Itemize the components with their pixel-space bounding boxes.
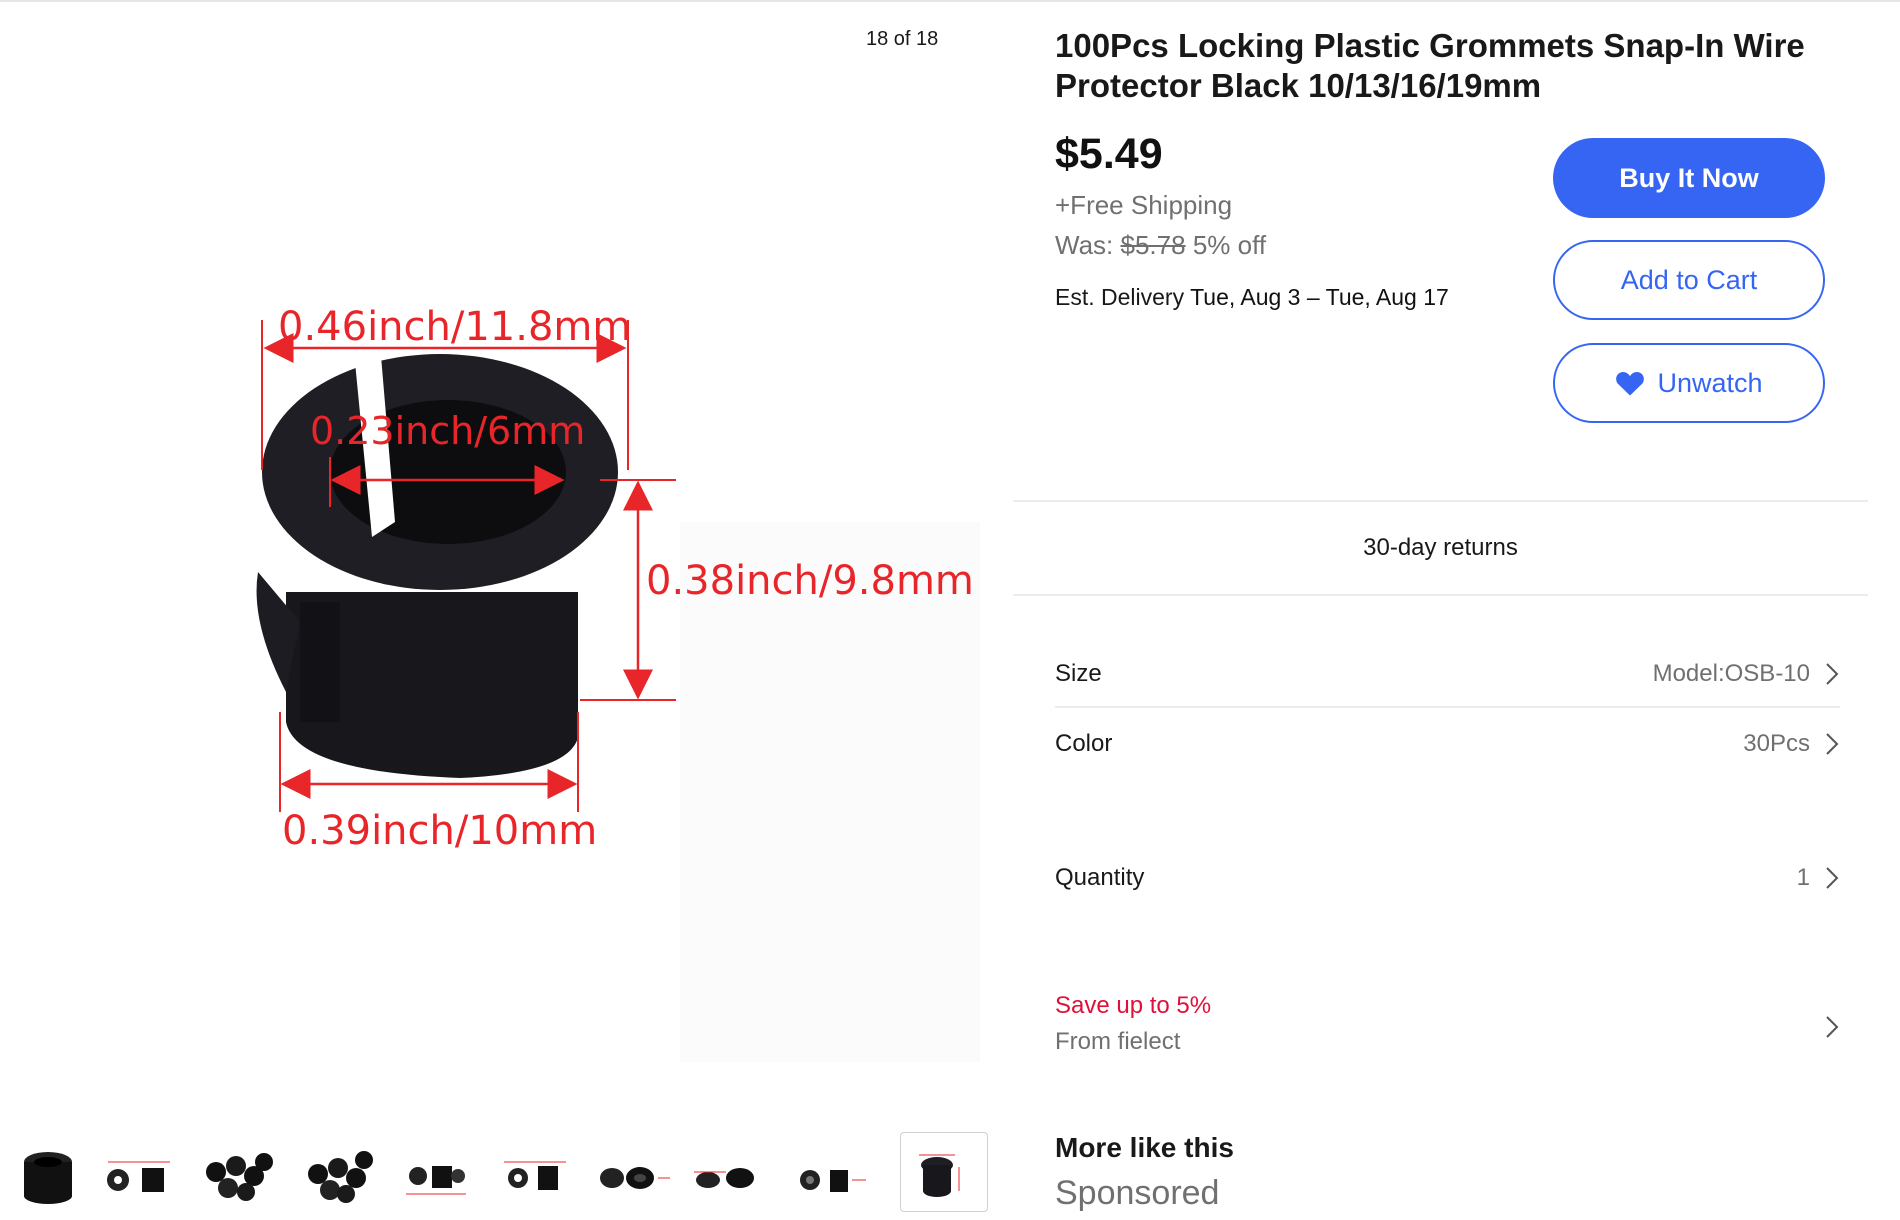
- unwatch-label: Unwatch: [1657, 367, 1763, 398]
- thumbnail-selected[interactable]: [900, 1132, 988, 1212]
- dimension-top-width: 0.46inch/11.8mm: [278, 304, 631, 350]
- chevron-right-icon: [1826, 663, 1839, 685]
- listing-title: 100Pcs Locking Plastic Grommets Snap-In …: [1055, 27, 1805, 104]
- thumbnail[interactable]: [590, 1132, 678, 1212]
- original-price: Was: $5.78 5% off: [1055, 230, 1266, 261]
- price: $5.49: [1055, 130, 1163, 178]
- chevron-right-icon: [1826, 733, 1839, 755]
- thumbnail[interactable]: [686, 1132, 774, 1212]
- estimated-delivery: Est. Delivery Tue, Aug 3 – Tue, Aug 17: [1055, 284, 1449, 311]
- image-gallery[interactable]: 0.46inch/11.8mm 0.23inch/6mm 0.38inch/9.…: [0, 2, 1000, 1220]
- heart-icon: [1616, 371, 1645, 396]
- product-image[interactable]: 0.46inch/11.8mm 0.23inch/6mm 0.38inch/9.…: [0, 2, 1000, 1122]
- dimension-height: 0.38inch/9.8mm: [646, 558, 974, 604]
- chevron-right-icon: [1826, 867, 1839, 889]
- volume-discount-promo[interactable]: Save up to 5% From fielect: [1055, 990, 1840, 1070]
- dimension-inner-diameter: 0.23inch/6mm: [310, 409, 585, 453]
- sponsored-label: Sponsored: [1055, 1174, 1220, 1212]
- thumbnail-strip[interactable]: [0, 1132, 1000, 1212]
- size-value: Model:OSB-10: [1652, 660, 1810, 687]
- buy-it-now-button[interactable]: Buy It Now: [1553, 138, 1825, 218]
- promo-headline: Save up to 5%: [1055, 992, 1212, 1019]
- delivery-dates: Tue, Aug 3 – Tue, Aug 17: [1190, 284, 1449, 310]
- divider: [1055, 706, 1840, 708]
- quantity-label: Quantity: [1055, 864, 1145, 891]
- quantity-value: 1: [1796, 864, 1810, 891]
- divider: [1013, 594, 1868, 596]
- color-selector[interactable]: Color 30Pcs: [1055, 714, 1840, 774]
- thumbnail[interactable]: [786, 1132, 874, 1212]
- divider: [1013, 500, 1868, 502]
- thumbnail[interactable]: [100, 1132, 188, 1212]
- dimension-bottom-width: 0.39inch/10mm: [282, 808, 597, 854]
- returns-policy: 30-day returns: [1363, 534, 1518, 561]
- color-value: 30Pcs: [1743, 730, 1810, 757]
- discount-text: 5% off: [1192, 230, 1267, 260]
- add-to-cart-button[interactable]: Add to Cart: [1553, 240, 1825, 320]
- add-to-cart-label: Add to Cart: [1620, 264, 1758, 295]
- listing-info-panel: 100Pcs Locking Plastic Grommets Snap-In …: [1013, 0, 1900, 1220]
- color-label: Color: [1055, 730, 1113, 757]
- promo-seller: From fielect: [1055, 1028, 1181, 1055]
- was-label: Was:: [1055, 230, 1114, 260]
- thumbnail[interactable]: [494, 1132, 582, 1212]
- delivery-label: Est. Delivery: [1055, 284, 1185, 310]
- thumbnail[interactable]: [8, 1132, 96, 1212]
- thumbnail[interactable]: [196, 1132, 284, 1212]
- was-price: $5.78: [1120, 230, 1186, 260]
- thumbnail[interactable]: [294, 1132, 382, 1212]
- size-label: Size: [1055, 660, 1102, 687]
- more-like-this-heading: More like this: [1055, 1132, 1234, 1163]
- buy-it-now-label: Buy It Now: [1619, 162, 1759, 193]
- image-counter: 18 of 18: [866, 28, 939, 50]
- quantity-selector[interactable]: Quantity 1: [1055, 848, 1840, 908]
- size-selector[interactable]: Size Model:OSB-10: [1055, 644, 1840, 704]
- chevron-right-icon: [1826, 1016, 1839, 1038]
- thumbnail[interactable]: [396, 1132, 484, 1212]
- shipping-info: +Free Shipping: [1055, 190, 1233, 220]
- unwatch-button[interactable]: Unwatch: [1553, 343, 1825, 423]
